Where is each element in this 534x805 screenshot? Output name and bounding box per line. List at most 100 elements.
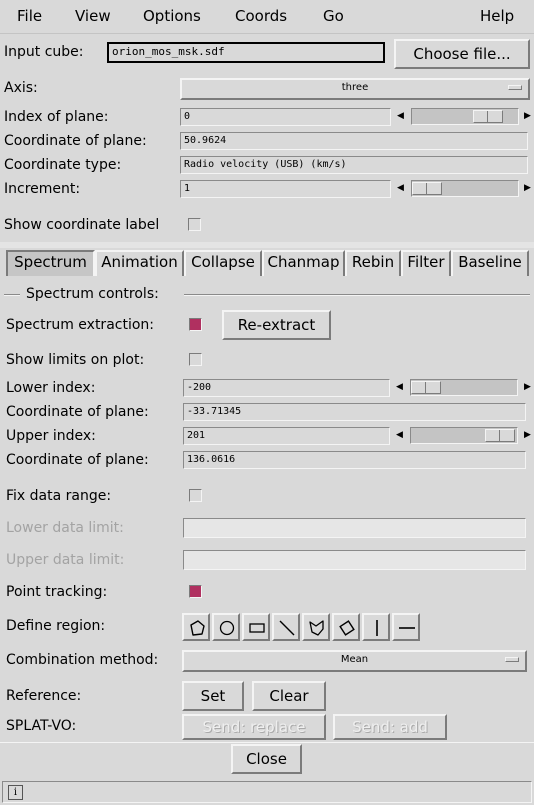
- region-horizontal-line-button[interactable]: [392, 613, 420, 641]
- fix-data-range-label: Fix data range:: [6, 488, 112, 504]
- clear-button[interactable]: Clear: [252, 681, 326, 711]
- section-separator: [4, 294, 20, 296]
- vertical-line-icon: [376, 620, 378, 636]
- scale-right-arrow-icon[interactable]: ▶: [524, 427, 531, 443]
- menu-go[interactable]: Go: [323, 7, 344, 25]
- scale-right-arrow-icon[interactable]: ▶: [524, 180, 531, 196]
- upper-coordinate-field: 136.0616: [183, 451, 526, 469]
- input-cube-label: Input cube:: [4, 44, 84, 60]
- re-extract-button[interactable]: Re-extract: [222, 310, 331, 340]
- index-of-plane-label: Index of plane:: [4, 109, 109, 125]
- menubar: File View Options Coords Go Help: [0, 0, 534, 34]
- increment-label: Increment:: [4, 181, 81, 197]
- coordinate-type-label: Coordinate type:: [4, 157, 122, 173]
- upper-index-slider[interactable]: [410, 427, 518, 444]
- send-replace-button[interactable]: Send: replace: [182, 714, 326, 740]
- point-tracking-checkbox[interactable]: [189, 585, 202, 598]
- diamond-icon: [339, 620, 355, 636]
- fix-data-range-checkbox[interactable]: [189, 489, 202, 502]
- lower-coordinate-label: Coordinate of plane:: [6, 404, 149, 420]
- lower-index-label: Lower index:: [6, 380, 96, 396]
- circle-icon: [219, 620, 235, 636]
- index-of-plane-field[interactable]: 0: [180, 108, 391, 126]
- define-region-label: Define region:: [6, 618, 106, 634]
- lower-index-slider[interactable]: [410, 379, 518, 396]
- tab-filter[interactable]: Filter: [401, 250, 451, 276]
- tab-collapse[interactable]: Collapse: [184, 250, 262, 276]
- lower-data-limit-label: Lower data limit:: [6, 520, 124, 536]
- tab-bar: Spectrum Animation Collapse Chanmap Rebi…: [0, 248, 534, 278]
- tab-baseline[interactable]: Baseline: [451, 250, 529, 276]
- upper-index-field[interactable]: 201: [183, 427, 390, 445]
- scale-left-arrow-icon[interactable]: ◀: [396, 427, 403, 443]
- upper-data-limit-field: [183, 550, 526, 570]
- divider: [0, 742, 534, 743]
- region-rectangle-button[interactable]: [242, 613, 270, 641]
- lower-index-field[interactable]: -200: [183, 379, 390, 397]
- option-indicator-icon: [508, 85, 522, 90]
- section-separator: [184, 294, 530, 296]
- freehand-icon: [309, 620, 324, 636]
- lower-data-limit-field: [183, 518, 526, 538]
- region-polygon-button[interactable]: [182, 613, 210, 641]
- lower-coordinate-field: -33.71345: [183, 403, 526, 421]
- coordinate-of-plane-label: Coordinate of plane:: [4, 133, 147, 149]
- combination-method-select[interactable]: Mean: [182, 650, 527, 672]
- menu-file[interactable]: File: [17, 7, 42, 25]
- show-limits-checkbox[interactable]: [189, 353, 202, 366]
- upper-index-label: Upper index:: [6, 428, 96, 444]
- slider-thumb[interactable]: [485, 429, 515, 442]
- send-add-button[interactable]: Send: add: [333, 714, 447, 740]
- spectrum-extraction-label: Spectrum extraction:: [6, 317, 154, 333]
- scale-right-arrow-icon[interactable]: ▶: [524, 379, 531, 395]
- tab-spectrum[interactable]: Spectrum: [6, 250, 95, 276]
- slider-thumb[interactable]: [412, 182, 442, 195]
- reference-label: Reference:: [6, 688, 82, 704]
- region-circle-button[interactable]: [212, 613, 240, 641]
- combination-method-label: Combination method:: [6, 652, 159, 668]
- scale-left-arrow-icon[interactable]: ◀: [397, 108, 404, 124]
- info-icon[interactable]: i: [8, 785, 23, 800]
- close-button[interactable]: Close: [231, 744, 302, 774]
- region-line-button[interactable]: [272, 613, 300, 641]
- menu-options[interactable]: Options: [143, 7, 201, 25]
- set-button[interactable]: Set: [182, 681, 244, 711]
- show-coordinate-label-checkbox[interactable]: [188, 218, 201, 231]
- slider-thumb[interactable]: [473, 110, 503, 123]
- region-diamond-button[interactable]: [332, 613, 360, 641]
- menu-help[interactable]: Help: [480, 7, 514, 25]
- menu-view[interactable]: View: [75, 7, 111, 25]
- choose-file-button[interactable]: Choose file...: [394, 39, 530, 69]
- coordinate-of-plane-field: 50.9624: [180, 132, 528, 150]
- horizontal-line-icon: [399, 627, 415, 629]
- spectrum-controls-title: Spectrum controls:: [26, 286, 159, 302]
- rectangle-icon: [249, 623, 265, 633]
- line-icon: [279, 620, 295, 636]
- index-of-plane-slider[interactable]: [411, 108, 519, 125]
- menu-coords[interactable]: Coords: [235, 7, 287, 25]
- status-bar: i: [2, 781, 532, 803]
- region-vertical-line-button[interactable]: [362, 613, 390, 641]
- axis-label: Axis:: [4, 80, 38, 96]
- option-indicator-icon: [505, 657, 519, 662]
- scale-left-arrow-icon[interactable]: ◀: [397, 180, 404, 196]
- increment-slider[interactable]: [411, 180, 519, 197]
- axis-select-value: three: [341, 82, 369, 93]
- tab-chanmap[interactable]: Chanmap: [262, 250, 345, 276]
- tab-rebin[interactable]: Rebin: [345, 250, 401, 276]
- axis-select[interactable]: three: [180, 78, 530, 100]
- scale-right-arrow-icon[interactable]: ▶: [524, 108, 531, 124]
- region-freehand-button[interactable]: [302, 613, 330, 641]
- polygon-icon: [190, 620, 205, 636]
- increment-field[interactable]: 1: [180, 180, 391, 198]
- point-tracking-label: Point tracking:: [6, 584, 108, 600]
- slider-thumb[interactable]: [411, 381, 441, 394]
- splat-vo-label: SPLAT-VO:: [6, 718, 77, 734]
- scale-left-arrow-icon[interactable]: ◀: [396, 379, 403, 395]
- coordinate-type-field: Radio velocity (USB) (km/s): [180, 156, 528, 174]
- tab-animation[interactable]: Animation: [95, 250, 184, 276]
- upper-coordinate-label: Coordinate of plane:: [6, 452, 149, 468]
- input-cube-field[interactable]: orion_mos_msk.sdf: [107, 42, 385, 63]
- combination-method-value: Mean: [340, 654, 369, 665]
- spectrum-extraction-checkbox[interactable]: [189, 318, 202, 331]
